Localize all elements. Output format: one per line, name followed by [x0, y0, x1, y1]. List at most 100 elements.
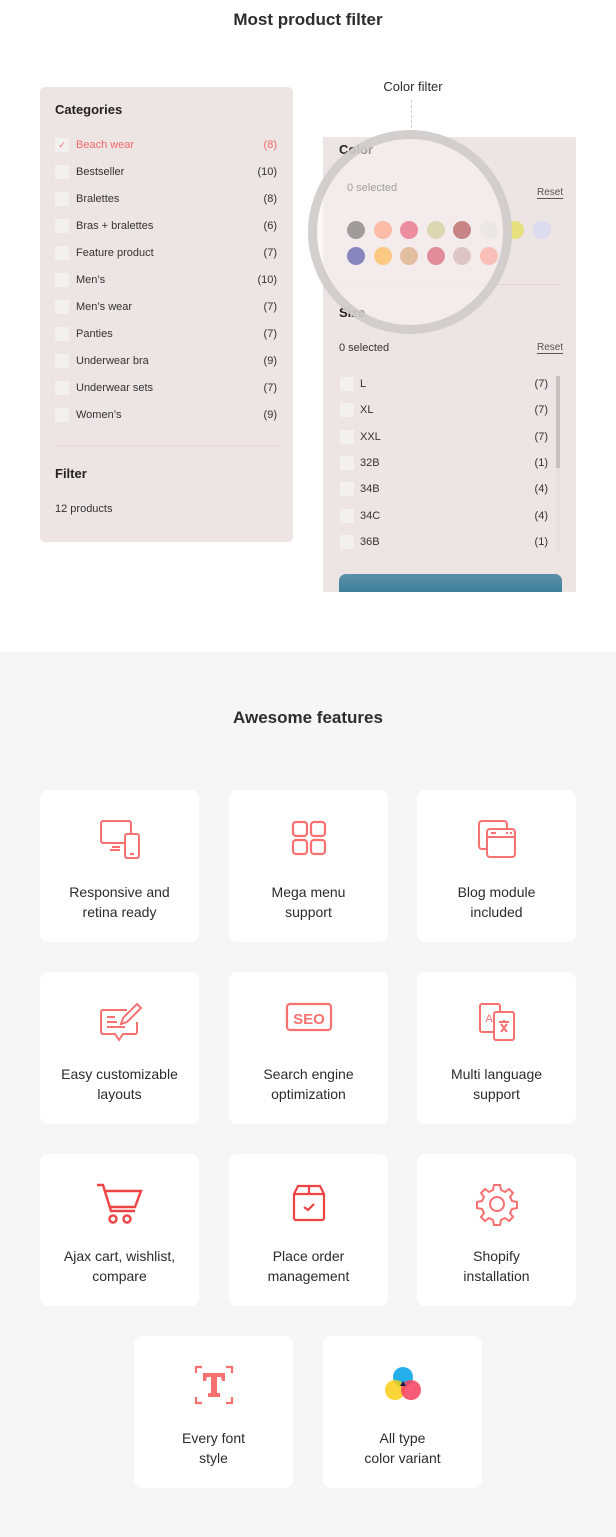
category-count: (7): [263, 301, 277, 313]
category-item[interactable]: ✓ Beach wear (8): [55, 136, 277, 154]
size-reset-link[interactable]: Reset: [537, 342, 563, 353]
color-swatch[interactable]: [400, 221, 418, 239]
checkbox[interactable]: [55, 327, 69, 341]
checkbox[interactable]: [340, 403, 354, 418]
checkbox[interactable]: [55, 246, 69, 260]
color-swatch[interactable]: [400, 247, 418, 265]
color-swatch[interactable]: [347, 247, 365, 265]
feature-card: Every font style: [134, 1336, 293, 1488]
cart-icon: [40, 1182, 199, 1228]
feature-label: Responsive and retina ready: [69, 884, 170, 920]
color-swatch[interactable]: [479, 221, 498, 239]
checkbox[interactable]: [340, 482, 354, 497]
category-label: Men’s wear: [76, 301, 133, 313]
checkbox[interactable]: [55, 408, 69, 422]
size-item[interactable]: XL (7): [340, 401, 548, 419]
checkbox[interactable]: [340, 455, 354, 470]
checkbox[interactable]: [340, 534, 354, 549]
checkbox[interactable]: [55, 354, 69, 368]
color-selected-count: 0 selected: [347, 182, 398, 194]
size-label: XL: [360, 404, 374, 417]
category-item[interactable]: Bestseller (10): [55, 163, 277, 181]
category-item[interactable]: Feature product (7): [55, 244, 277, 262]
category-item[interactable]: Bralettes (8): [55, 190, 277, 208]
divider: [55, 445, 283, 446]
feature-label: Place order management: [267, 1248, 350, 1284]
size-label: 36B: [360, 535, 380, 548]
size-item[interactable]: 36B (1): [340, 533, 548, 551]
color-swatch[interactable]: [453, 247, 471, 265]
size-item[interactable]: 32B (1): [340, 454, 548, 472]
feature-card: Shopify installation: [417, 1154, 576, 1306]
feature-label: Ajax cart, wishlist, compare: [63, 1248, 176, 1284]
category-label: Bralettes: [76, 193, 120, 205]
feature-label: Easy customizable layouts: [61, 1066, 178, 1102]
category-item[interactable]: Underwear bra (9): [55, 352, 277, 370]
feature-label: Every font style: [181, 1430, 246, 1466]
checkbox[interactable]: [55, 219, 69, 233]
color-heading: Color: [339, 142, 373, 157]
filter-heading: Filter: [55, 466, 87, 481]
size-item[interactable]: 34C (4): [340, 507, 548, 525]
category-count: (6): [263, 220, 277, 232]
color-swatch[interactable]: [426, 247, 445, 265]
color-swatch[interactable]: [347, 221, 365, 239]
checkbox[interactable]: [55, 165, 69, 179]
feature-label: Mega menu support: [271, 884, 346, 920]
checkbox[interactable]: ✓: [55, 138, 69, 152]
feature-card: Easy customizable layouts: [40, 972, 199, 1124]
size-item[interactable]: 34B (4): [340, 480, 548, 498]
size-count: (1): [534, 535, 548, 548]
feature-card: Responsive and retina ready: [40, 790, 199, 942]
category-item[interactable]: Panties (7): [55, 325, 277, 343]
checkbox[interactable]: [340, 429, 354, 444]
category-item[interactable]: Women’s (9): [55, 406, 277, 424]
color-swatch[interactable]: [479, 247, 498, 265]
color-swatch[interactable]: [453, 221, 471, 239]
size-label: L: [360, 378, 367, 390]
feature-label: Search engine optimization: [263, 1066, 354, 1102]
color-size-panel: Color 0 selected Reset Size 0 selected R…: [323, 137, 576, 592]
checkbox[interactable]: [340, 508, 354, 523]
checkbox[interactable]: [340, 377, 354, 391]
feature-card: Ajax cart, wishlist, compare: [40, 1154, 199, 1306]
checkbox[interactable]: [55, 300, 69, 314]
category-item[interactable]: Men’s wear (7): [55, 298, 277, 316]
size-label: XXL: [360, 430, 381, 443]
color-circles-icon: [323, 1364, 482, 1410]
color-swatch[interactable]: [373, 247, 392, 265]
size-label: 32B: [360, 456, 380, 469]
category-count: (9): [263, 355, 277, 367]
categories-heading: Categories: [55, 102, 123, 117]
divider: [339, 284, 562, 285]
color-filter-callout: Color filter: [383, 79, 443, 94]
size-heading: Size: [339, 305, 366, 320]
feature-card: All type color variant: [323, 1336, 482, 1488]
size-count: (7): [534, 430, 548, 443]
size-count: (7): [534, 404, 548, 417]
category-item[interactable]: Men’s (10): [55, 271, 277, 289]
section-title: Most product filter: [233, 10, 383, 29]
size-item[interactable]: L (7): [340, 375, 548, 393]
translate-icon: A: [417, 1000, 576, 1046]
size-count: (4): [534, 509, 548, 522]
color-swatch[interactable]: [506, 221, 524, 239]
feature-label: All type color variant: [364, 1430, 441, 1466]
checkbox[interactable]: [55, 192, 69, 206]
color-swatch[interactable]: [373, 221, 392, 239]
category-label: Underwear sets: [76, 382, 154, 394]
category-label: Bestseller: [76, 166, 125, 178]
category-count: (7): [263, 382, 277, 394]
size-item[interactable]: XXL (7): [340, 428, 548, 446]
color-reset-link[interactable]: Reset: [537, 187, 563, 198]
category-count: (7): [263, 247, 277, 259]
color-swatch[interactable]: [532, 221, 551, 239]
checkbox[interactable]: [55, 381, 69, 395]
color-swatch[interactable]: [426, 221, 445, 239]
checkbox[interactable]: [55, 273, 69, 287]
category-item[interactable]: Bras + bralettes (6): [55, 217, 277, 235]
size-scrollbar-thumb[interactable]: [556, 376, 560, 468]
size-label: 34C: [360, 509, 381, 522]
font-icon: [134, 1364, 293, 1410]
category-item[interactable]: Underwear sets (7): [55, 379, 277, 397]
